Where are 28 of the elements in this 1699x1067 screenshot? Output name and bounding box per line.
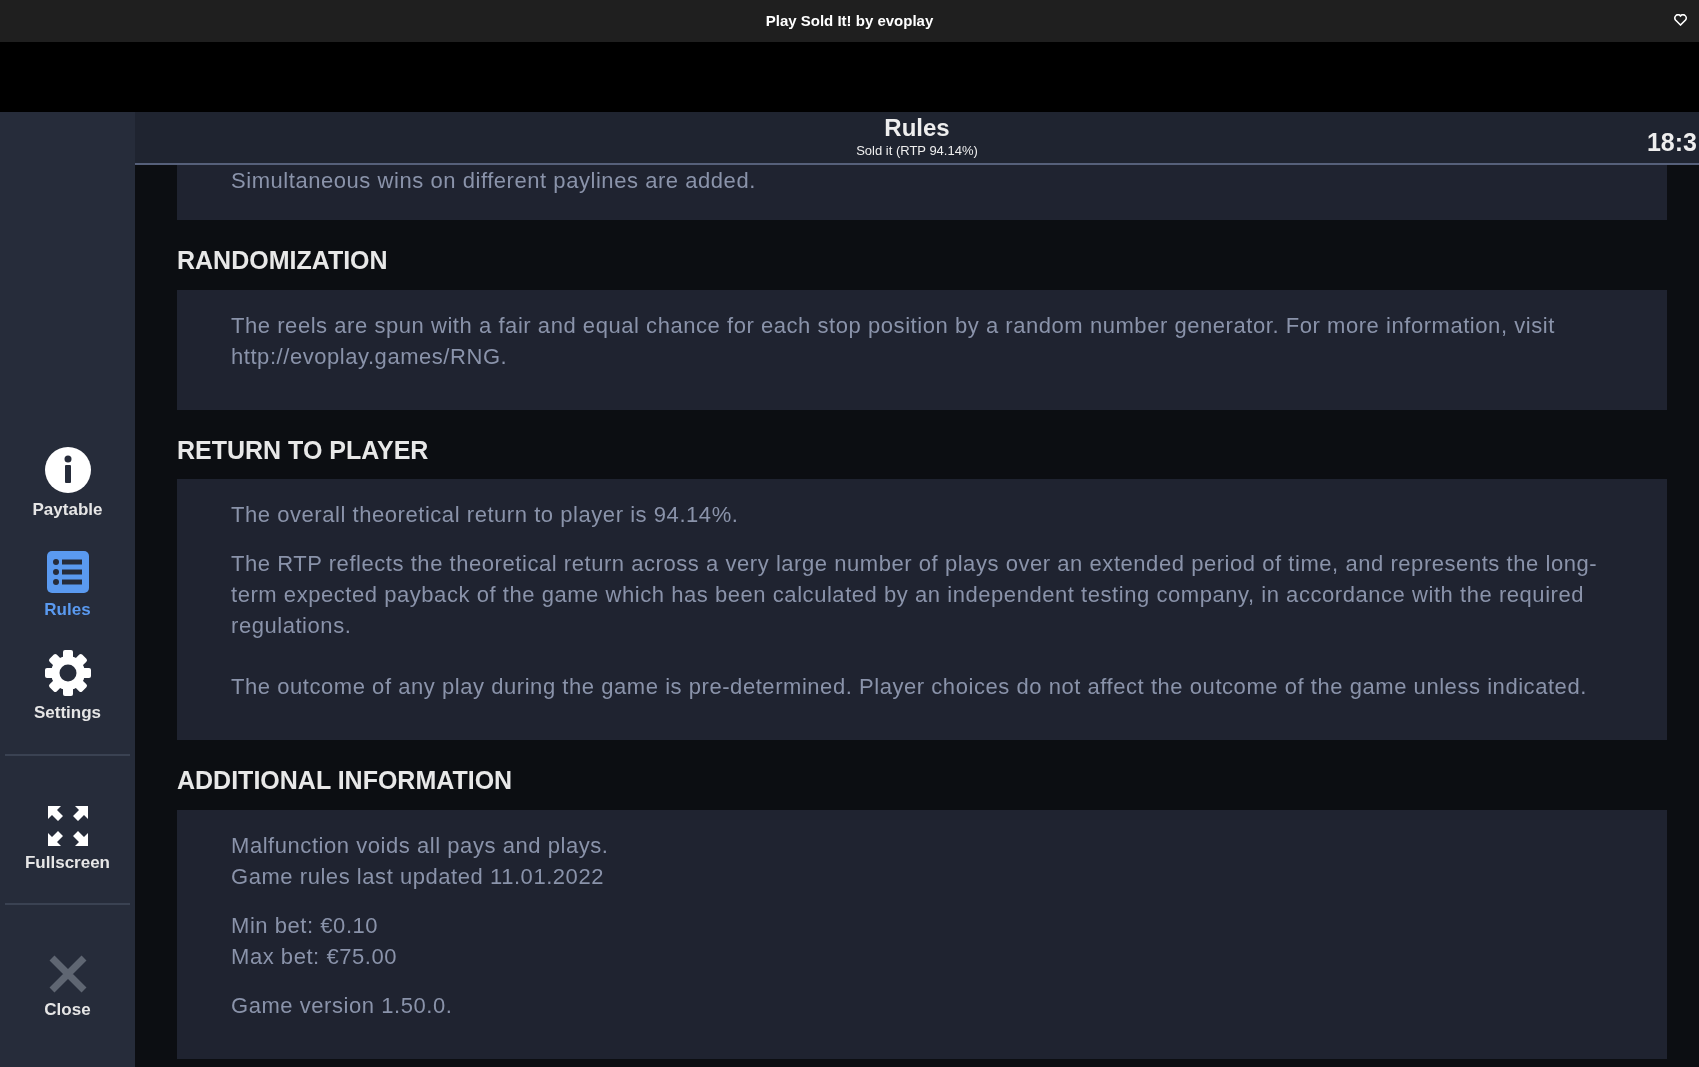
heart-icon[interactable] [1674, 14, 1687, 26]
rule-text: Simultaneous wins on different paylines are added. [231, 167, 757, 195]
sidebar-item[interactable]: Close [0, 955, 135, 1023]
clock-time: 18:3 [1646, 127, 1697, 158]
page-title: Rules [884, 114, 950, 141]
sidebar-item[interactable]: Settings [0, 650, 135, 726]
info-icon [44, 447, 91, 493]
sidebar-item[interactable]: Fullscreen [0, 805, 135, 875]
rule-text: The reels are spun with a fair and equal chance for each stop position by a random number generator. For more information, visit http://evoplay.games/RNG. [231, 311, 1556, 371]
rule-text: Game version 1.50.0. [231, 991, 454, 1020]
list-icon [46, 550, 89, 593]
sidebar-item[interactable]: Paytable [0, 447, 135, 523]
section-heading: RETURN TO PLAYER [177, 434, 430, 466]
sidebar-item[interactable]: Rules [0, 550, 135, 622]
rule-text: Max bet: €75.00 [231, 942, 399, 971]
page-subtitle: Sold it (RTP 94.14%) [856, 141, 978, 160]
rule-text: Min bet: €0.10 [231, 911, 380, 940]
gear-icon [44, 650, 91, 696]
rule-text: Malfunction voids all pays and plays. [231, 831, 610, 860]
window-title: Play Sold It! by evoplay [765, 10, 934, 31]
section-heading: ADDITIONAL INFORMATION [177, 765, 514, 796]
section-heading: RANDOMIZATION [177, 245, 389, 276]
rule-text: The overall theoretical return to player is 94.14%. [231, 501, 740, 529]
rule-text: The outcome of any play during the game is pre-determined. Player choices do not affect the outcome of the game unless indicated. [231, 673, 1588, 701]
fullscreen-icon [47, 805, 88, 846]
rule-text: The RTP reflects the theoretical return across a very large number of plays over an extended period of time, and represents the long-term expected payback of the game which has been calculated by an independent testing company, in accordance with the required regulations. [231, 550, 1599, 640]
rule-text: Game rules last updated 11.01.2022 [231, 862, 605, 891]
close-icon [48, 955, 87, 993]
